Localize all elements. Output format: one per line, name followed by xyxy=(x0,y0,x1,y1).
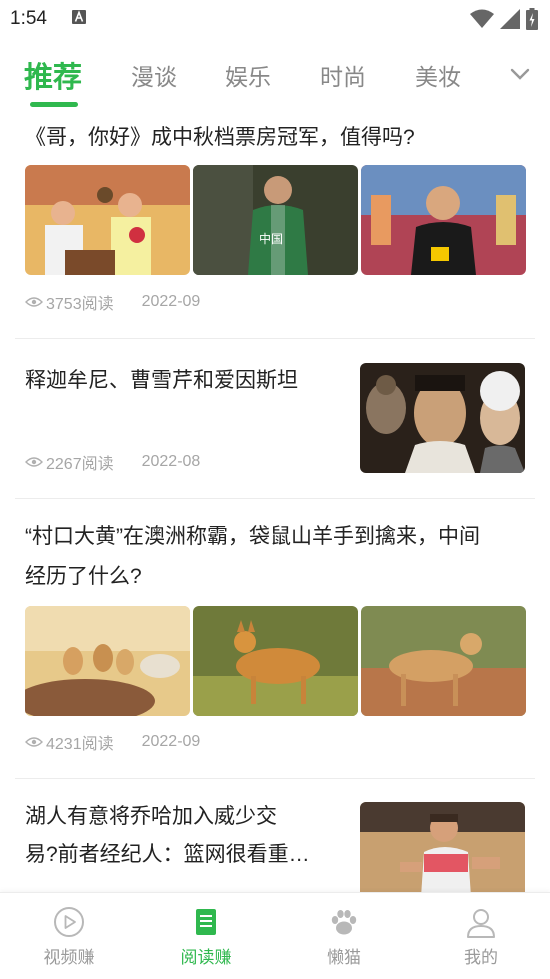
article-title-line: 经历了什么? xyxy=(25,565,142,588)
eye-icon xyxy=(25,737,43,747)
article-card[interactable]: “村口大黄”在澳洲称霸，袋鼠山羊手到擒来，中间 经历了什么? 4231阅读 20… xyxy=(15,499,535,779)
article-image xyxy=(361,606,526,716)
tab-entertainment[interactable]: 娱乐 xyxy=(225,58,271,92)
read-count-text: 3753阅读 xyxy=(46,296,114,313)
read-count-text: 4231阅读 xyxy=(46,736,114,753)
article-card[interactable]: 湖人有意将乔哈加入威少交 易?前者经纪人：篮网很看重… xyxy=(15,779,535,892)
article-title: 《哥，你好》成中秋档票房冠军，值得吗? xyxy=(25,126,415,149)
article-image xyxy=(360,363,525,473)
status-icons xyxy=(470,8,538,30)
publish-date: 2022-08 xyxy=(141,453,201,470)
wifi-icon xyxy=(470,9,494,28)
article-title-line: 易?前者经纪人：篮网很看重… xyxy=(25,843,310,866)
paw-icon xyxy=(331,910,357,935)
article-image xyxy=(360,802,525,892)
read-count-text: 2267阅读 xyxy=(46,456,114,473)
notification-a-icon xyxy=(72,10,86,24)
tab-recommend[interactable]: 推荐 xyxy=(24,54,82,96)
active-tab-indicator xyxy=(30,102,78,107)
battery-icon xyxy=(526,8,538,30)
publish-date: 2022-09 xyxy=(141,293,201,310)
nav-read-earn[interactable]: 阅读赚 xyxy=(151,905,261,968)
user-icon xyxy=(467,909,495,938)
nav-label: 阅读赚 xyxy=(180,948,232,967)
article-image: 中国 xyxy=(193,165,358,275)
document-icon xyxy=(196,909,216,935)
article-images: 中国 xyxy=(25,165,526,275)
article-image xyxy=(25,165,190,275)
nav-video-earn[interactable]: 视频赚 xyxy=(14,905,124,968)
nav-mine[interactable]: 我的 xyxy=(426,905,536,968)
bottom-nav: 视频赚 阅读赚 懒猫 我的 xyxy=(0,892,550,979)
article-meta: 3753阅读 2022-09 xyxy=(25,290,200,314)
read-count: 4231阅读 xyxy=(25,730,114,754)
read-count: 3753阅读 xyxy=(25,290,114,314)
article-image xyxy=(25,606,190,716)
tab-mantan[interactable]: 漫谈 xyxy=(131,58,177,92)
category-tabs: 推荐 漫谈 娱乐 时尚 美妆 xyxy=(0,50,550,116)
signal-icon xyxy=(500,9,520,29)
publish-date: 2022-09 xyxy=(141,733,201,750)
article-meta: 4231阅读 2022-09 xyxy=(25,730,200,754)
eye-icon xyxy=(25,297,43,307)
article-feed: 《哥，你好》成中秋档票房冠军，值得吗? 中国 3753阅读 2022-09 释迦… xyxy=(0,118,550,892)
tab-fashion[interactable]: 时尚 xyxy=(320,58,366,92)
status-bar: 1:54 xyxy=(0,0,550,40)
chevron-down-icon[interactable] xyxy=(508,62,532,86)
nav-label: 视频赚 xyxy=(43,948,95,967)
article-images xyxy=(25,606,526,716)
article-card[interactable]: 释迦牟尼、曹雪芹和爱因斯坦 2267阅读 2022-08 xyxy=(15,339,535,499)
article-image xyxy=(361,165,526,275)
article-card[interactable]: 《哥，你好》成中秋档票房冠军，值得吗? 中国 3753阅读 2022-09 xyxy=(15,118,535,339)
article-title-line: 湖人有意将乔哈加入威少交 xyxy=(25,805,277,828)
article-title-line: “村口大黄”在澳洲称霸，袋鼠山羊手到擒来，中间 xyxy=(25,525,480,548)
article-meta: 2267阅读 2022-08 xyxy=(25,450,200,474)
svg-text:中国: 中国 xyxy=(259,231,283,246)
play-circle-icon xyxy=(54,907,84,937)
article-image xyxy=(193,606,358,716)
read-count: 2267阅读 xyxy=(25,450,114,474)
eye-icon xyxy=(25,457,43,467)
status-time: 1:54 xyxy=(10,8,47,29)
nav-label: 我的 xyxy=(464,948,498,967)
article-title: 释迦牟尼、曹雪芹和爱因斯坦 xyxy=(25,369,298,392)
nav-lazy-cat[interactable]: 懒猫 xyxy=(289,905,399,968)
nav-label: 懒猫 xyxy=(327,948,361,967)
tab-beauty[interactable]: 美妆 xyxy=(415,58,461,92)
